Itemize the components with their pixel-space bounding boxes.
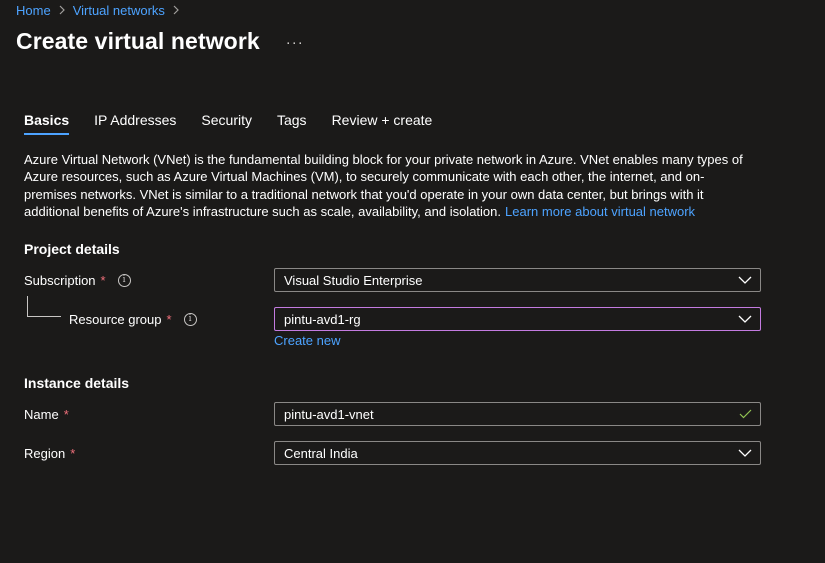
breadcrumb-home[interactable]: Home xyxy=(16,3,51,18)
name-input[interactable]: pintu-avd1-vnet xyxy=(274,402,761,426)
more-options-button[interactable]: ··· xyxy=(282,33,308,53)
required-asterisk: * xyxy=(166,311,172,327)
create-new-link[interactable]: Create new xyxy=(274,333,340,348)
page-title: Create virtual network xyxy=(16,28,260,54)
tab-bar: Basics IP Addresses Security Tags Review… xyxy=(24,112,457,135)
name-label: Name xyxy=(24,406,59,422)
learn-more-link[interactable]: Learn more about virtual network xyxy=(505,204,695,219)
required-asterisk: * xyxy=(63,406,69,422)
chevron-right-icon xyxy=(58,5,66,15)
resource-group-label: Resource group xyxy=(69,311,162,327)
chevron-right-icon xyxy=(172,5,180,15)
region-label-group: Region * xyxy=(24,443,75,463)
resource-group-dropdown[interactable]: pintu-avd1-rg xyxy=(274,307,761,331)
tab-ip-addresses[interactable]: IP Addresses xyxy=(94,112,176,135)
breadcrumb: Home Virtual networks xyxy=(16,1,180,19)
resource-group-label-group: Resource group * i xyxy=(69,309,197,329)
required-asterisk: * xyxy=(100,272,106,288)
region-label: Region xyxy=(24,445,66,461)
breadcrumb-virtual-networks[interactable]: Virtual networks xyxy=(73,3,165,18)
title-row: Create virtual network ··· xyxy=(16,28,308,55)
info-icon[interactable]: i xyxy=(117,273,131,287)
checkmark-icon xyxy=(738,407,752,421)
tab-security[interactable]: Security xyxy=(201,112,252,135)
chevron-down-icon xyxy=(738,446,752,460)
description-paragraph: Azure Virtual Network (VNet) is the fund… xyxy=(24,151,754,220)
tab-basics[interactable]: Basics xyxy=(24,112,70,135)
tab-tags[interactable]: Tags xyxy=(277,112,307,135)
resource-group-value: pintu-avd1-rg xyxy=(284,311,361,327)
tab-review-create[interactable]: Review + create xyxy=(332,112,433,135)
subscription-dropdown[interactable]: Visual Studio Enterprise xyxy=(274,268,761,292)
subscription-label-group: Subscription * i xyxy=(24,270,131,290)
chevron-down-icon xyxy=(738,273,752,287)
instance-details-heading: Instance details xyxy=(24,375,130,391)
tree-connector-horizontal xyxy=(27,316,61,317)
required-asterisk: * xyxy=(70,445,76,461)
project-details-heading: Project details xyxy=(24,241,120,257)
subscription-value: Visual Studio Enterprise xyxy=(284,272,423,288)
name-label-group: Name * xyxy=(24,404,69,424)
tree-connector-vertical xyxy=(27,296,28,316)
info-icon[interactable]: i xyxy=(183,312,197,326)
region-dropdown[interactable]: Central India xyxy=(274,441,761,465)
region-value: Central India xyxy=(284,445,358,461)
name-value: pintu-avd1-vnet xyxy=(284,406,374,422)
chevron-down-icon xyxy=(738,312,752,326)
subscription-label: Subscription xyxy=(24,272,96,288)
